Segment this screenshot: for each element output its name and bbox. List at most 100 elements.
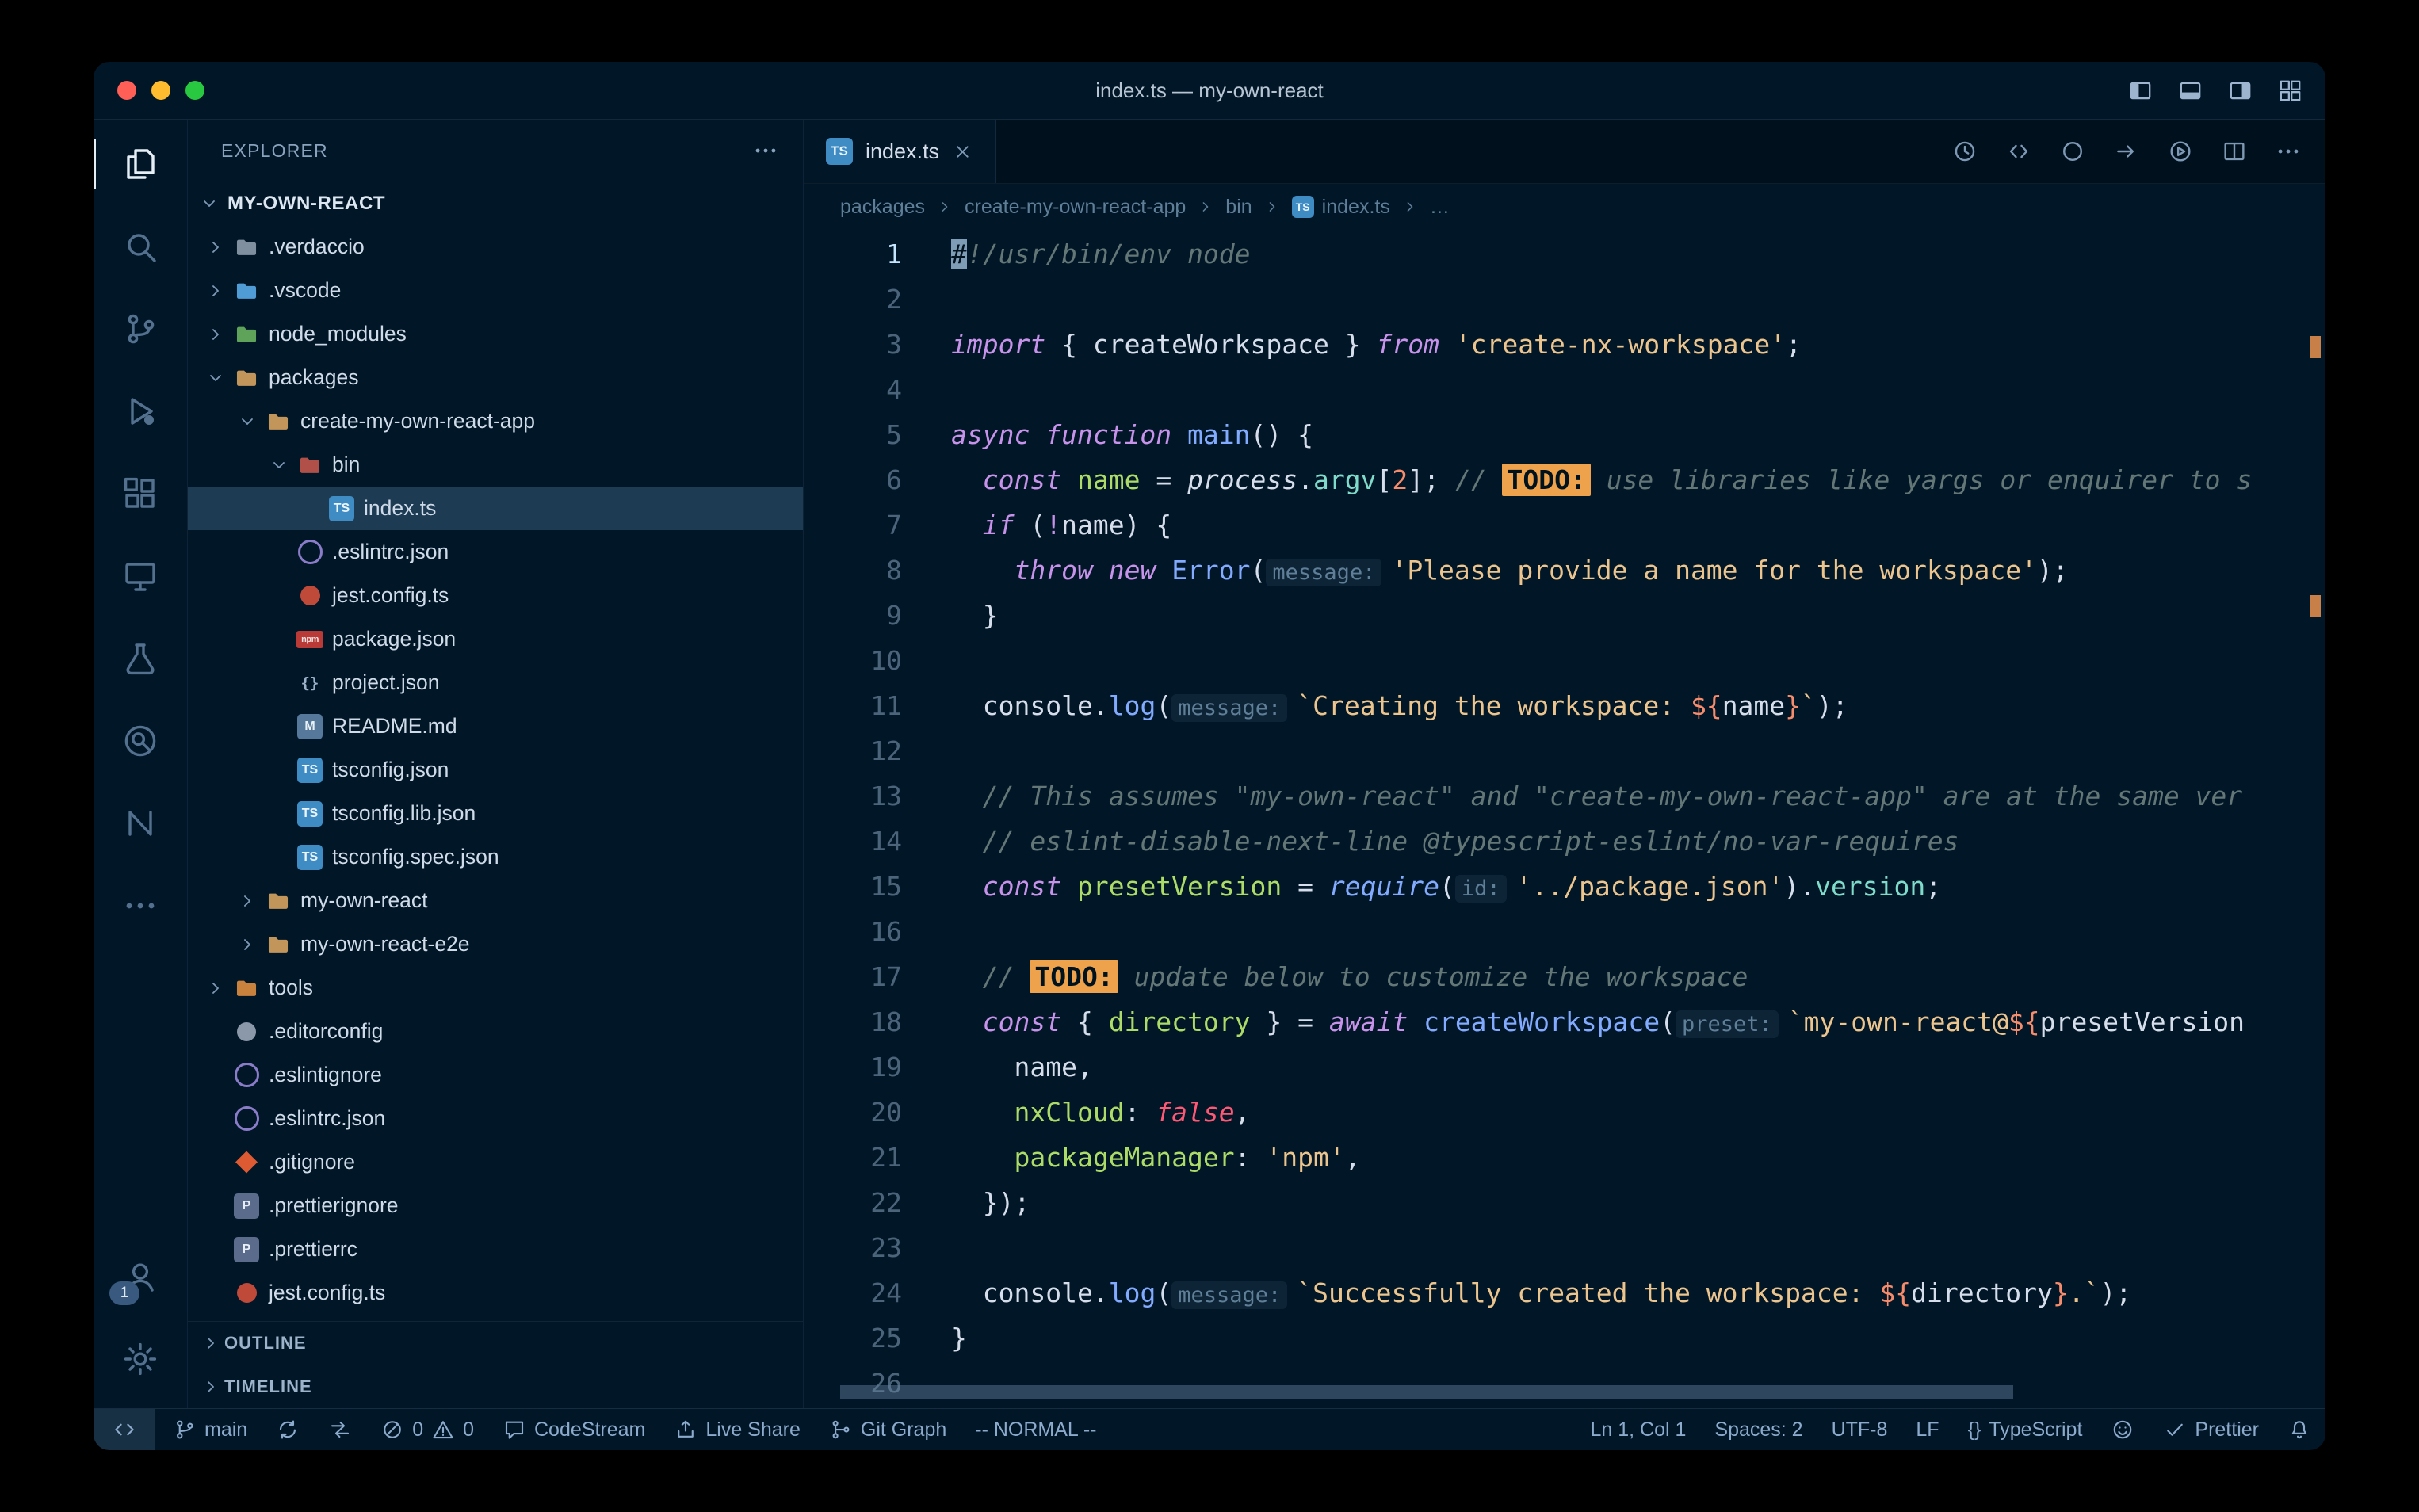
open-in-editor-icon[interactable] [2113,138,2140,165]
open-changes-icon[interactable] [2005,138,2032,165]
git-graph-status-item[interactable]: Git Graph [815,1409,961,1450]
code-line-11: 11 console.log(message:`Creating the wor… [804,683,2325,728]
close-tab-icon[interactable] [952,141,973,162]
code-editor[interactable]: 1#!/usr/bin/env node23import { createWor… [804,230,2325,1408]
tree-item-label: .eslintrc.json [269,1106,385,1131]
titlebar[interactable]: index.ts — my-own-react [94,62,2325,120]
folder-icon [229,234,264,261]
live-share-status-item[interactable]: Live Share [659,1409,815,1450]
tree-root-my-own-react[interactable]: MY-OWN-REACT [188,181,803,225]
activity-source-control[interactable] [94,288,187,370]
todo-ruler-mark [2310,336,2321,358]
tree-item-eslintrc-json[interactable]: .eslintrc.json [188,530,803,574]
tree-item-prettierignore[interactable]: P.prettierignore [188,1184,803,1228]
breadcrumb-create-my-own-react-app[interactable]: create-my-own-react-app [965,196,1186,219]
codestream-activity-icon[interactable] [2059,138,2086,165]
prettier-icon: P [229,1193,264,1219]
breadcrumb-bin[interactable]: bin [1225,196,1252,219]
zoom-window-button[interactable] [185,81,204,100]
tree-item-eslintrc-json[interactable]: .eslintrc.json [188,1097,803,1140]
tree-item-jest-config-ts[interactable]: jest.config.ts [188,1271,803,1315]
cursor-position-status-item[interactable]: Ln 1, Col 1 [1576,1409,1700,1450]
activity-settings[interactable] [94,1318,187,1400]
tree-item-vscode[interactable]: .vscode [188,269,803,312]
activity-remote-explorer[interactable] [94,535,187,617]
encoding-status-item[interactable]: UTF-8 [1817,1409,1902,1450]
toggle-primary-side-bar-icon[interactable] [2127,78,2153,104]
ellipsis-icon [121,887,159,925]
customize-layout-icon[interactable] [2277,78,2303,104]
activity-explorer[interactable] [94,123,187,205]
feedback-status-item[interactable] [2096,1409,2149,1450]
tree-item-verdaccio[interactable]: .verdaccio [188,225,803,269]
local-history-icon[interactable] [1951,138,1978,165]
tree-item-bin[interactable]: bin [188,443,803,487]
vim-mode-status-item[interactable]: -- NORMAL -- [961,1409,1110,1450]
tree-item-readme-md[interactable]: MREADME.md [188,704,803,748]
activity-gitlens[interactable] [94,700,187,782]
more-actions-icon[interactable] [2275,138,2302,165]
activity-testing[interactable] [94,617,187,700]
line-number: 24 [804,1270,902,1315]
problems-status-item[interactable]: 00 [366,1409,488,1450]
tree-item-tsconfig-lib-json[interactable]: TStsconfig.lib.json [188,792,803,835]
activity-accounts[interactable]: 1 [94,1235,187,1318]
breadcrumb-[interactable]: … [1430,196,1450,219]
timeline-section[interactable]: TIMELINE [188,1365,803,1408]
breadcrumb-packages[interactable]: packages [840,196,925,219]
toggle-panel-icon[interactable] [2177,78,2203,104]
gear-icon [121,1340,159,1378]
explorer-more-actions-icon[interactable] [752,137,779,164]
sync-changes-status-item[interactable] [262,1409,314,1450]
compare-changes-status-item[interactable] [314,1409,366,1450]
tree-item-index-ts[interactable]: TSindex.ts [188,487,803,530]
tab-index-ts[interactable]: TS index.ts [804,120,996,183]
activity-extensions[interactable] [94,452,187,535]
activity-nx-console[interactable] [94,782,187,865]
tree-item-gitignore[interactable]: .gitignore [188,1140,803,1184]
tree-item-create-my-own-react-app[interactable]: create-my-own-react-app [188,399,803,443]
outline-section[interactable]: OUTLINE [188,1321,803,1365]
tree-item-node-modules[interactable]: node_modules [188,312,803,356]
activity-search[interactable] [94,205,187,288]
tree-item-packages[interactable]: packages [188,356,803,399]
minimize-window-button[interactable] [151,81,170,100]
code-line-12: 12 [804,728,2325,773]
code-text: async function main() { [902,412,1313,457]
language-mode-status-item[interactable]: {}TypeScript [1954,1409,2097,1450]
run-file-icon[interactable] [2167,138,2194,165]
activity-more-views[interactable] [94,865,187,947]
tree-item-my-own-react[interactable]: my-own-react [188,879,803,922]
traffic-lights [117,62,204,119]
git-branch-status-item[interactable]: main [159,1409,262,1450]
close-window-button[interactable] [117,81,136,100]
tree-item-prettierrc[interactable]: P.prettierrc [188,1228,803,1271]
code-text: // TODO: update below to customize the w… [902,954,1748,999]
indentation-status-item[interactable]: Spaces: 2 [1700,1409,1817,1450]
tree-item-label: my-own-react-e2e [300,932,470,956]
notifications-status-item[interactable] [2273,1409,2325,1450]
folder-icon [261,931,296,958]
split-editor-icon[interactable] [2221,138,2248,165]
git-file-icon [235,1151,258,1174]
tree-item-package-json[interactable]: npmpackage.json [188,617,803,661]
tree-item-eslintignore[interactable]: .eslintignore [188,1053,803,1097]
horizontal-scrollbar[interactable] [840,1385,2013,1399]
remote-indicator-status-item[interactable] [94,1409,155,1450]
tree-item-editorconfig[interactable]: .editorconfig [188,1010,803,1053]
code-text: } [902,593,999,638]
tree-item-jest-config-ts[interactable]: jest.config.ts [188,574,803,617]
tree-item-my-own-react-e2e[interactable]: my-own-react-e2e [188,922,803,966]
tree-item-tools[interactable]: tools [188,966,803,1010]
codestream-status-item[interactable]: CodeStream [488,1409,659,1450]
breadcrumb-index-ts[interactable]: TSindex.ts [1292,196,1390,219]
toggle-secondary-side-bar-icon[interactable] [2227,78,2253,104]
code-text [902,909,951,954]
tree-item-tsconfig-json[interactable]: TStsconfig.json [188,748,803,792]
tree-item-project-json[interactable]: {}project.json [188,661,803,704]
activity-run-and-debug[interactable] [94,370,187,452]
eol-status-item[interactable]: LF [1901,1409,1953,1450]
prettier-status-item[interactable]: Prettier [2149,1409,2273,1450]
tree-item-tsconfig-spec-json[interactable]: TStsconfig.spec.json [188,835,803,879]
code-line-21: 21 packageManager: 'npm', [804,1135,2325,1180]
